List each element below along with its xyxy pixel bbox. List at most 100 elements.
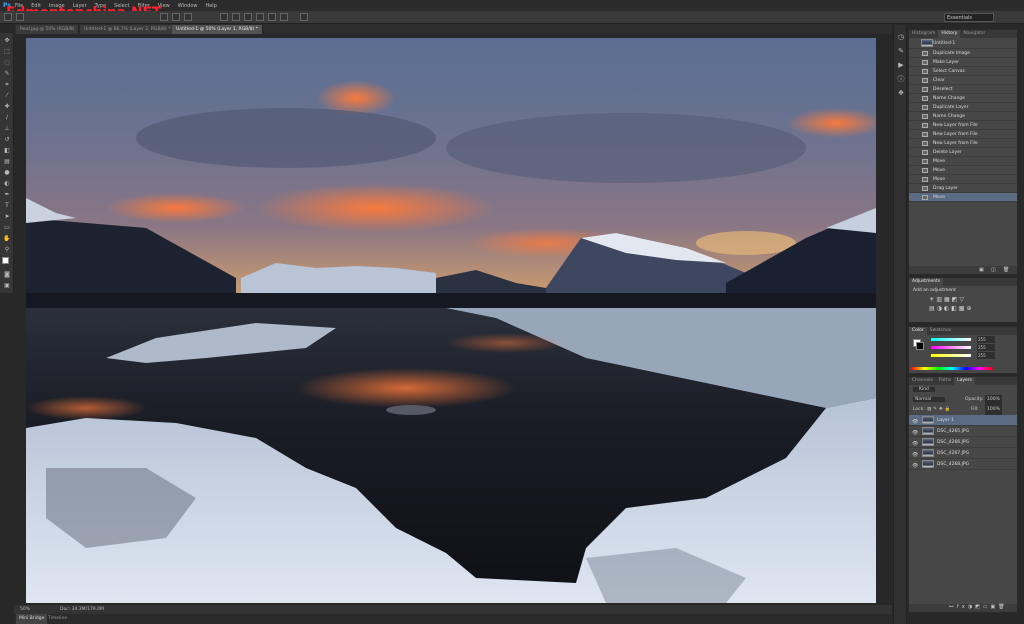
brush-tool-icon[interactable]: ∕: [3, 114, 11, 121]
history-item[interactable]: New Layer from File: [909, 139, 1017, 148]
quick-select-tool-icon[interactable]: ✎: [3, 70, 11, 77]
lasso-tool-icon[interactable]: ◌: [3, 59, 11, 66]
history-item[interactable]: Select Canvas: [909, 67, 1017, 76]
tab-history[interactable]: History: [938, 30, 961, 38]
history-item[interactable]: Delete Layer: [909, 148, 1017, 157]
adjustment-icons-row-2[interactable]: ▤◑◐◧▦⊕: [909, 304, 1017, 313]
history-item[interactable]: Name Change: [909, 112, 1017, 121]
history-item[interactable]: Move: [909, 157, 1017, 166]
distribute-middle-button[interactable]: [232, 13, 240, 21]
dodge-tool-icon[interactable]: ◐: [3, 180, 11, 187]
layer-row[interactable]: 👁 Layer 1: [909, 415, 1017, 426]
brush-panel-icon[interactable]: ❖: [897, 89, 905, 97]
layer-row[interactable]: 👁 DSC_4265.JPG: [909, 426, 1017, 437]
menu-window[interactable]: Window: [178, 3, 198, 9]
path-select-tool-icon[interactable]: ➤: [3, 213, 11, 220]
history-item[interactable]: Move: [909, 166, 1017, 175]
color-spectrum-ramp[interactable]: [911, 367, 993, 370]
tab-color[interactable]: Color: [909, 327, 927, 335]
zoom-tool-icon[interactable]: ⚲: [3, 246, 11, 253]
tab-untitled-layer2[interactable]: Untitled-1 @ 66.7% (Layer 2, RGB/8) *: [80, 25, 176, 34]
foreground-color-swatch[interactable]: [2, 257, 9, 264]
red-value[interactable]: 255: [977, 336, 995, 343]
blend-mode-select[interactable]: Normal: [913, 397, 946, 402]
eyedropper-tool-icon[interactable]: ⁄: [3, 92, 11, 99]
history-item[interactable]: Clear: [909, 76, 1017, 85]
blue-slider[interactable]: [931, 354, 971, 357]
layer-row[interactable]: 👁 DSC_4268.JPG: [909, 459, 1017, 470]
tab-paths[interactable]: Paths: [936, 377, 954, 385]
auto-select-checkbox[interactable]: [16, 13, 24, 21]
eraser-tool-icon[interactable]: ◧: [3, 147, 11, 154]
history-brush-tool-icon[interactable]: ↺: [3, 136, 11, 143]
workspace-select[interactable]: Essentials: [944, 13, 994, 22]
new-snapshot-icon[interactable]: ◫: [991, 267, 996, 273]
layer-row[interactable]: 👁 DSC_4266.JPG: [909, 437, 1017, 448]
move-tool-preset-button[interactable]: [4, 13, 12, 21]
history-item[interactable]: New Layer from File: [909, 130, 1017, 139]
screen-mode-icon[interactable]: ▣: [3, 282, 11, 289]
shape-tool-icon[interactable]: ▭: [3, 224, 11, 231]
history-item[interactable]: Move: [909, 175, 1017, 184]
align-bottom-button[interactable]: [184, 13, 192, 21]
healing-brush-tool-icon[interactable]: ✚: [3, 103, 11, 110]
pen-tool-icon[interactable]: ✒: [3, 191, 11, 198]
history-item[interactable]: Duplicate Image: [909, 49, 1017, 58]
info-icon[interactable]: ⓘ: [897, 75, 905, 83]
history-panel-icon[interactable]: ◷: [897, 33, 905, 41]
visibility-eye-icon[interactable]: 👁: [912, 461, 918, 472]
quick-mask-icon[interactable]: ◙: [3, 271, 11, 278]
distribute-right-button[interactable]: [280, 13, 288, 21]
distribute-top-button[interactable]: [220, 13, 228, 21]
hand-tool-icon[interactable]: ✋: [3, 235, 11, 242]
history-item[interactable]: Make Layer: [909, 58, 1017, 67]
tab-swatches[interactable]: Swatches: [927, 327, 955, 335]
history-item[interactable]: Move: [909, 193, 1017, 202]
menu-help[interactable]: Help: [205, 3, 216, 9]
history-item[interactable]: New Layer from File: [909, 121, 1017, 130]
move-tool-icon[interactable]: ✥: [3, 37, 11, 44]
tab-layers[interactable]: Layers: [954, 377, 975, 385]
zoom-level[interactable]: 50%: [20, 605, 30, 614]
history-snapshot[interactable]: Untitled-1: [909, 38, 1017, 49]
crop-tool-icon[interactable]: ⌗: [3, 81, 11, 88]
opacity-field[interactable]: 100%: [985, 395, 1002, 405]
lock-icons[interactable]: ▨✎✥🔒: [927, 405, 952, 415]
distribute-left-button[interactable]: [256, 13, 264, 21]
type-tool-icon[interactable]: T: [3, 202, 11, 209]
green-slider[interactable]: [931, 346, 971, 349]
align-top-button[interactable]: [160, 13, 168, 21]
gradient-tool-icon[interactable]: ▤: [3, 158, 11, 165]
actions-icon[interactable]: ▶: [897, 61, 905, 69]
tab-adjustments[interactable]: Adjustments: [909, 278, 944, 286]
tab-histogram[interactable]: Histogram: [909, 30, 938, 38]
distribute-bottom-button[interactable]: [244, 13, 252, 21]
layer-row[interactable]: 👁 DSC_4267.JPG: [909, 448, 1017, 459]
document-canvas[interactable]: [26, 38, 876, 603]
delete-icon[interactable]: 🗑: [1003, 267, 1009, 273]
blue-value[interactable]: 255: [977, 352, 995, 359]
tab-navigator[interactable]: Navigator: [960, 30, 988, 38]
new-document-icon[interactable]: ▣: [979, 267, 984, 273]
blur-tool-icon[interactable]: ●: [3, 169, 11, 176]
history-item[interactable]: Drag Layer: [909, 184, 1017, 193]
color-bg-swatch[interactable]: [916, 342, 924, 350]
history-item[interactable]: Duplicate Layer: [909, 103, 1017, 112]
align-middle-button[interactable]: [172, 13, 180, 21]
red-slider[interactable]: [931, 338, 971, 341]
tab-mini-bridge[interactable]: Mini Bridge: [16, 614, 48, 624]
adjustment-icons-row-1[interactable]: ☀▥▦◩▽: [909, 295, 1017, 304]
marquee-tool-icon[interactable]: ⬚: [3, 48, 11, 55]
layers-footer-icons[interactable]: ⊷fx◑◩▭▣🗑: [909, 604, 1017, 612]
auto-align-button[interactable]: [300, 13, 308, 21]
green-value[interactable]: 255: [977, 344, 995, 351]
tab-channels[interactable]: Channels: [909, 377, 936, 385]
tab-timeline[interactable]: Timeline: [48, 614, 67, 624]
tool-presets-icon[interactable]: ✎: [897, 47, 905, 55]
layer-filter-kind[interactable]: Kind: [913, 387, 935, 392]
clone-stamp-tool-icon[interactable]: ⊥: [3, 125, 11, 132]
fill-field[interactable]: 100%: [985, 405, 1002, 415]
history-item[interactable]: Deselect: [909, 85, 1017, 94]
distribute-center-button[interactable]: [268, 13, 276, 21]
tab-untitled-layer1[interactable]: Untitled-1 @ 50% (Layer 1, RGB/8) *: [172, 25, 264, 34]
